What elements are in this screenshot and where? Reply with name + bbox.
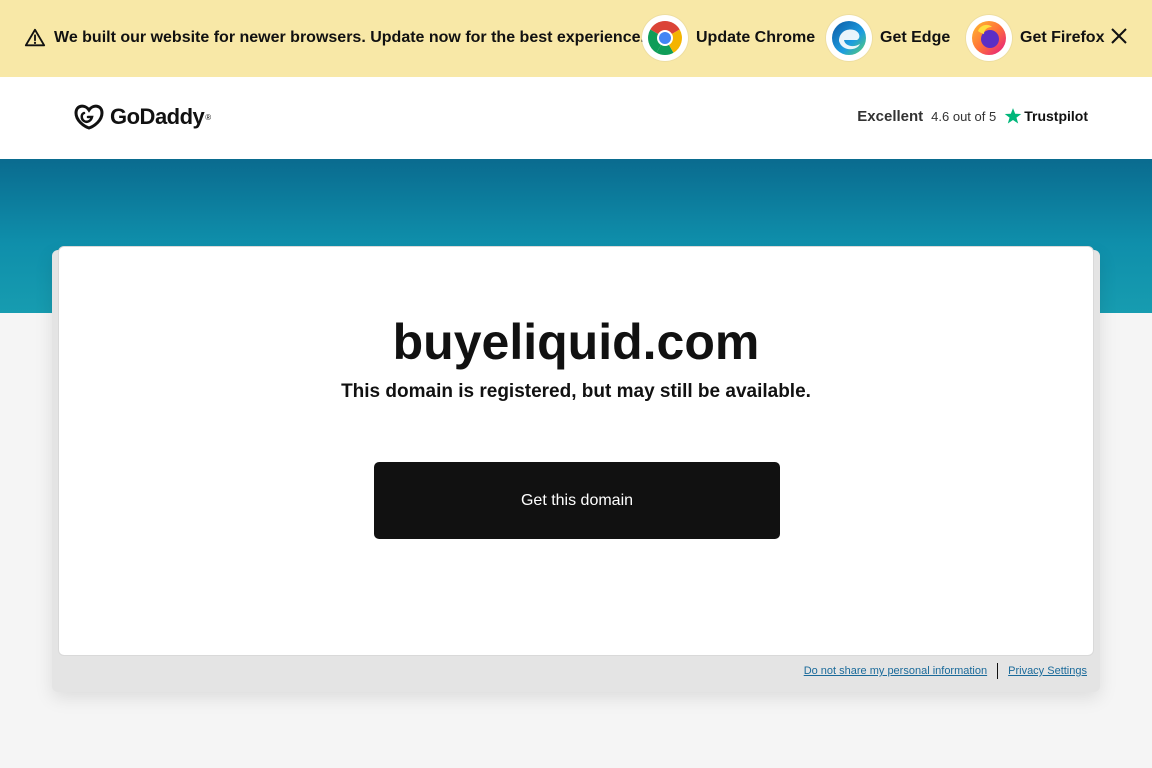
get-firefox-label: Get Firefox — [1020, 29, 1105, 46]
footer-links: Do not share my personal information Pri… — [804, 663, 1087, 679]
firefox-icon — [966, 15, 1012, 61]
trustpilot-score: 4.6 out of 5 — [931, 108, 997, 124]
get-edge-link[interactable]: Get Edge — [826, 15, 950, 61]
trademark-symbol: ® — [205, 112, 212, 122]
godaddy-mark-icon — [74, 104, 104, 130]
trustpilot-star-icon — [1004, 108, 1022, 124]
privacy-settings-link[interactable]: Privacy Settings — [1008, 665, 1087, 677]
do-not-share-link[interactable]: Do not share my personal information — [804, 665, 987, 677]
chrome-icon — [642, 15, 688, 61]
domain-card: buyeliquid.com This domain is registered… — [58, 246, 1094, 656]
godaddy-wordmark: GoDaddy — [110, 104, 205, 129]
close-icon[interactable] — [1108, 25, 1130, 47]
get-firefox-link[interactable]: Get Firefox — [966, 15, 1104, 61]
trustpilot-widget[interactable]: Excellent 4.6 out of 5 Trustpilot — [857, 107, 1088, 125]
domain-status-text: This domain is registered, but may still… — [341, 381, 811, 402]
site-header: GoDaddy ® Excellent 4.6 out of 5 Trustpi… — [0, 77, 1152, 159]
trustpilot-rating-word: Excellent — [857, 107, 924, 125]
edge-icon — [826, 15, 872, 61]
get-edge-label: Get Edge — [880, 29, 951, 46]
warning-icon — [24, 28, 46, 47]
footer-divider — [997, 663, 999, 679]
trustpilot-brand: Trustpilot — [1024, 108, 1088, 124]
update-chrome-link[interactable]: Update Chrome — [642, 15, 815, 61]
banner-message: We built our website for newer browsers.… — [54, 29, 645, 46]
browser-update-banner: We built our website for newer browsers.… — [0, 0, 1152, 77]
godaddy-logo[interactable]: GoDaddy ® — [74, 104, 211, 130]
domain-name: buyeliquid.com — [392, 314, 760, 370]
get-this-domain-button[interactable]: Get this domain — [374, 462, 780, 539]
update-chrome-label: Update Chrome — [696, 29, 816, 46]
